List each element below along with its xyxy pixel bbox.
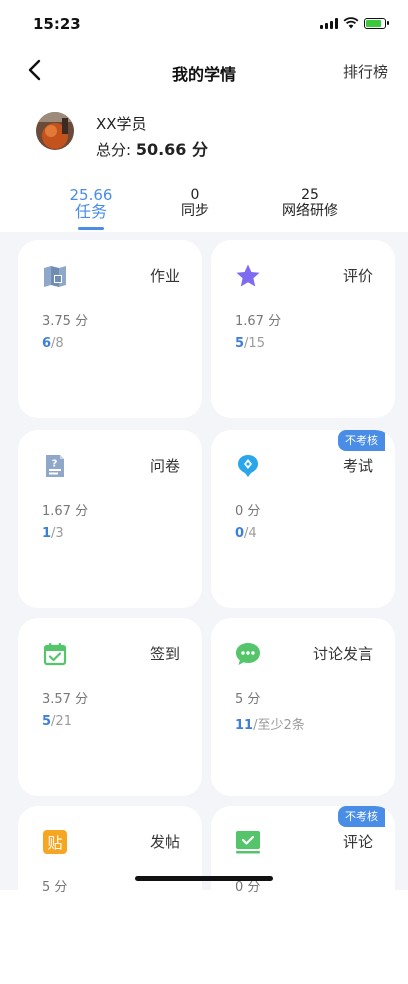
card-discussion-total: /至少2条 — [253, 718, 305, 733]
tab-task-label: 任务 — [74, 202, 107, 221]
card-evaluation[interactable]: 评价 1.67 分 5/15 — [211, 240, 395, 418]
card-checkin-done: 5 — [42, 714, 52, 729]
card-checkin-points: 3.57 分 — [42, 692, 89, 707]
questionnaire-icon: ? — [46, 455, 64, 477]
card-exam[interactable]: 不考核 考试 0 分 0/4 — [211, 430, 395, 608]
card-exam-done: 0 — [235, 526, 245, 541]
card-exam-points: 0 分 — [235, 504, 261, 519]
chat-bubble-icon — [236, 643, 260, 665]
calendar-check-icon — [43, 643, 67, 666]
card-evaluation-total: /15 — [244, 336, 265, 351]
wifi-icon — [343, 17, 359, 29]
post-icon-glyph: 贴 — [47, 834, 62, 852]
tab-active-indicator — [78, 227, 104, 230]
card-checkin-progress: 5/21 — [42, 714, 72, 729]
card-checkin-total: /21 — [51, 714, 72, 729]
card-post[interactable]: 贴 发帖 5 分 — [18, 806, 202, 984]
tab-sync-value: 0 — [190, 187, 200, 203]
user-name: XX学员 — [96, 115, 147, 133]
tab-online-training[interactable]: 25 网络研修 — [268, 187, 352, 220]
card-homework-done: 6 — [42, 336, 52, 351]
star-icon — [236, 264, 260, 287]
card-discussion-done: 11 — [235, 718, 254, 733]
card-comment[interactable]: 不考核 评论 0 分 — [211, 806, 395, 984]
homework-icon — [44, 266, 66, 287]
card-evaluation-progress: 5/15 — [235, 336, 265, 351]
status-icons — [320, 17, 389, 29]
card-checkin[interactable]: 签到 3.57 分 5/21 — [18, 618, 202, 796]
tab-task-value: 25.66 — [69, 186, 113, 204]
nav-bar: 我的学情 排行榜 — [0, 52, 408, 92]
back-icon[interactable] — [22, 56, 50, 84]
card-exam-title: 考试 — [342, 457, 373, 475]
card-questionnaire-title: 问卷 — [149, 457, 180, 475]
card-post-title: 发帖 — [149, 833, 180, 851]
card-questionnaire-total: /3 — [51, 526, 64, 541]
exam-pen-icon — [238, 455, 258, 477]
comment-check-icon — [236, 831, 260, 854]
total-score-value: 50.66 分 — [135, 140, 209, 159]
card-checkin-title: 签到 — [149, 645, 180, 663]
card-post-points: 5 分 — [42, 880, 68, 895]
card-discussion-title: 讨论发言 — [312, 645, 373, 663]
card-discussion-progress: 11/至少2条 — [235, 714, 305, 733]
card-questionnaire[interactable]: ? 问卷 1.67 分 1/3 — [18, 430, 202, 608]
tab-sync-label: 同步 — [181, 203, 209, 219]
svg-text:?: ? — [52, 459, 58, 470]
card-questionnaire-progress: 1/3 — [42, 526, 64, 541]
card-evaluation-done: 5 — [235, 336, 245, 351]
total-score: 总分: 50.66 分 — [96, 136, 208, 160]
home-indicator[interactable] — [135, 876, 273, 881]
not-assessed-badge: 不考核 — [338, 430, 385, 451]
card-homework[interactable]: 作业 3.75 分 6/8 — [18, 240, 202, 418]
card-homework-total: /8 — [51, 336, 64, 351]
card-exam-total: /4 — [244, 526, 257, 541]
card-homework-title: 作业 — [149, 267, 180, 285]
battery-icon — [364, 17, 389, 29]
tab-task[interactable]: 25.66 任务 — [58, 187, 124, 220]
not-assessed-badge: 不考核 — [338, 806, 385, 827]
tab-online-training-label: 网络研修 — [282, 203, 338, 219]
signal-icon — [320, 17, 338, 29]
status-time: 15:23 — [33, 15, 81, 33]
tab-sync[interactable]: 0 同步 — [158, 187, 232, 220]
card-questionnaire-done: 1 — [42, 526, 52, 541]
card-discussion[interactable]: 讨论发言 5 分 11/至少2条 — [211, 618, 395, 796]
post-icon: 贴 — [43, 830, 67, 854]
card-comment-title: 评论 — [342, 833, 373, 851]
card-homework-points: 3.75 分 — [42, 314, 89, 329]
card-evaluation-points: 1.67 分 — [235, 314, 282, 329]
score-tabs: 25.66 任务 0 同步 25 网络研修 — [40, 187, 370, 230]
leaderboard-link[interactable]: 排行榜 — [343, 61, 388, 82]
total-score-label: 总分: — [96, 141, 136, 159]
card-exam-progress: 0/4 — [235, 526, 257, 541]
card-homework-progress: 6/8 — [42, 336, 64, 351]
tab-online-training-value: 25 — [301, 187, 319, 203]
card-discussion-points: 5 分 — [235, 692, 261, 707]
card-questionnaire-points: 1.67 分 — [42, 504, 89, 519]
avatar — [36, 112, 74, 150]
card-evaluation-title: 评价 — [342, 267, 373, 285]
status-bar: 15:23 — [0, 0, 408, 46]
